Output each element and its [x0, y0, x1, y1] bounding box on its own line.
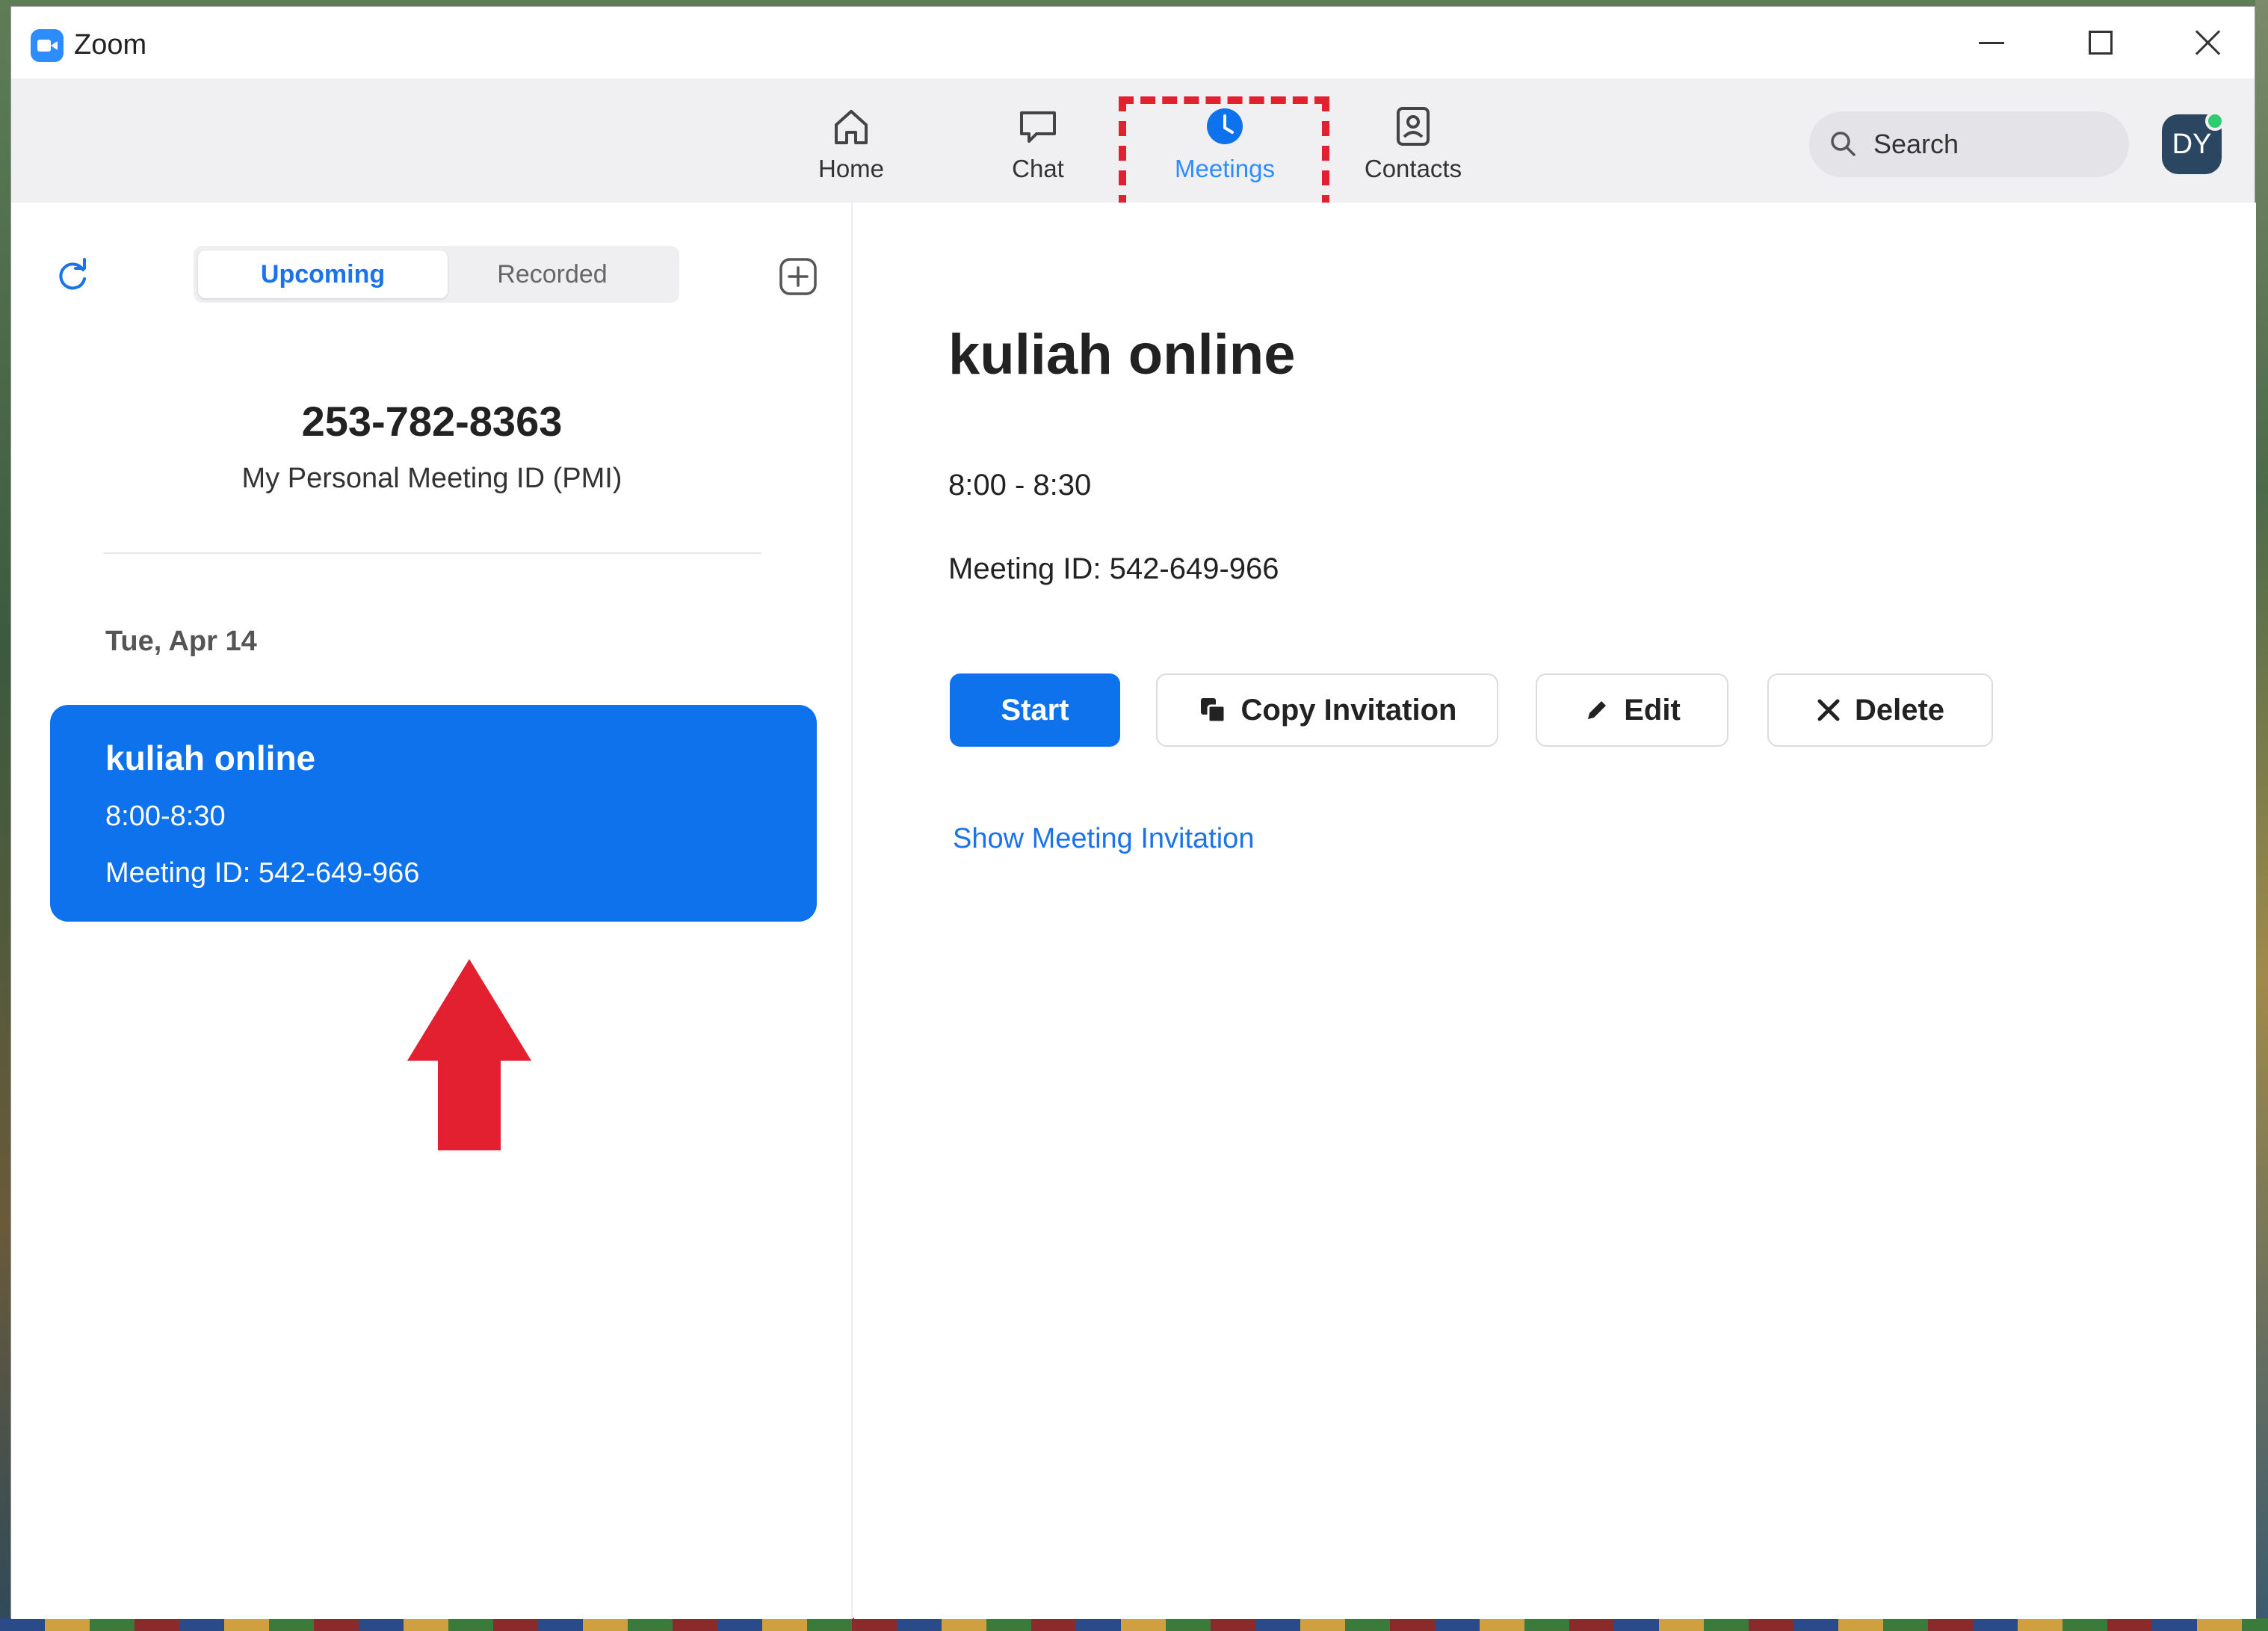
- divider: [104, 552, 761, 554]
- nav-home-label: Home: [818, 155, 885, 182]
- desktop-background-bottom: [0, 1618, 2268, 1631]
- date-header: Tue, Apr 14: [105, 626, 257, 657]
- start-button-label: Start: [1001, 693, 1069, 727]
- nav-chat[interactable]: Chat: [963, 78, 1113, 203]
- nav-home[interactable]: Home: [776, 78, 926, 203]
- desktop-background-right: [2255, 0, 2268, 1631]
- meeting-id: Meeting ID: 542-649-966: [948, 552, 1279, 585]
- contacts-icon: [1397, 107, 1430, 146]
- chat-icon: [1020, 111, 1056, 143]
- refresh-icon[interactable]: [53, 256, 92, 295]
- meeting-detail-panel: kuliah online 8:00 - 8:30 Meeting ID: 54…: [854, 203, 2256, 1619]
- close-button[interactable]: [2171, 20, 2246, 65]
- meeting-list-item[interactable]: kuliah online 8:00-8:30 Meeting ID: 542-…: [50, 705, 817, 922]
- search-box[interactable]: Search: [1809, 111, 2129, 177]
- tab-recorded[interactable]: Recorded: [433, 250, 672, 298]
- start-button[interactable]: Start: [950, 673, 1120, 747]
- copy-icon: [1200, 698, 1226, 724]
- meeting-item-time: 8:00-8:30: [105, 801, 226, 832]
- annotation-red-arrow-icon: [407, 959, 531, 1150]
- online-status-badge: [2205, 111, 2225, 131]
- maximize-button[interactable]: [2063, 20, 2138, 65]
- nav-contacts[interactable]: Contacts: [1338, 78, 1488, 203]
- delete-button[interactable]: Delete: [1767, 673, 1993, 747]
- nav-chat-label: Chat: [1012, 155, 1064, 182]
- edit-button[interactable]: Edit: [1536, 673, 1728, 747]
- annotation-dashed-highlight: [1119, 96, 1329, 210]
- meetings-tab-switch: Upcoming Recorded: [194, 246, 679, 303]
- pmi-number[interactable]: 253-782-8363: [11, 397, 853, 445]
- minimize-icon: [1979, 41, 2004, 44]
- close-x-icon: [1817, 699, 1840, 721]
- home-icon: [835, 110, 868, 144]
- zoom-window: Zoom Home Chat Meetings Contacts Search …: [10, 6, 2256, 1619]
- pencil-icon: [1588, 701, 1607, 719]
- show-meeting-invitation-link[interactable]: Show Meeting Invitation: [953, 823, 1254, 855]
- window-title: Zoom: [74, 29, 147, 61]
- add-meeting-icon[interactable]: [778, 256, 818, 297]
- minimize-button[interactable]: [1954, 20, 2029, 65]
- delete-button-label: Delete: [1854, 693, 1945, 727]
- edit-button-label: Edit: [1624, 693, 1681, 727]
- meeting-item-title: kuliah online: [105, 739, 316, 777]
- nav-contacts-label: Contacts: [1364, 155, 1462, 182]
- pmi-label: My Personal Meeting ID (PMI): [241, 463, 622, 494]
- close-icon: [2195, 29, 2222, 56]
- meetings-list-panel: Upcoming Recorded 253-782-8363 My Person…: [11, 203, 853, 1619]
- title-bar: Zoom: [11, 7, 2255, 78]
- meeting-title: kuliah online: [948, 323, 1296, 386]
- meeting-time: 8:00 - 8:30: [948, 469, 1092, 502]
- search-label: Search: [1873, 129, 1959, 159]
- meeting-item-id: Meeting ID: 542-649-966: [105, 857, 420, 889]
- copy-invitation-button[interactable]: Copy Invitation: [1156, 673, 1498, 747]
- maximize-icon: [2089, 31, 2113, 55]
- copy-invitation-label: Copy Invitation: [1240, 693, 1457, 727]
- tab-upcoming[interactable]: Upcoming: [198, 250, 448, 298]
- top-nav: Home Chat Meetings Contacts Search DY: [11, 78, 2255, 210]
- search-icon: [1831, 132, 1856, 156]
- zoom-logo-icon: [31, 29, 64, 62]
